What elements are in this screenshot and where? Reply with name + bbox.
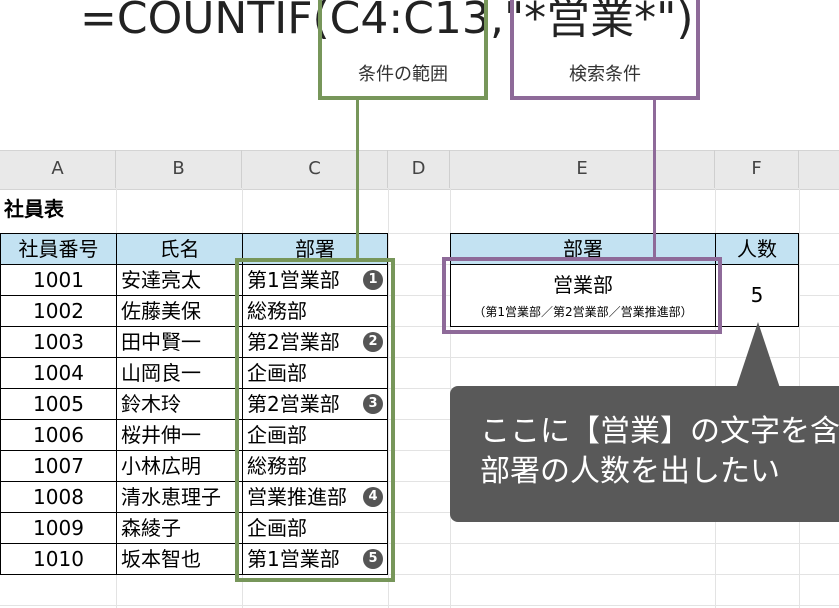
sheet-title[interactable]: 社員表 [4, 194, 64, 224]
criteria-connector-line [653, 100, 656, 258]
table-row-5-id[interactable]: 1005 [0, 388, 117, 420]
column-header-c[interactable]: C [242, 150, 388, 188]
formula-comma: , [489, 0, 504, 44]
table-row-5-name[interactable]: 鈴木玲 [116, 388, 243, 420]
header-employee-id[interactable]: 社員番号 [0, 233, 117, 265]
table-row-10-name[interactable]: 坂本智也 [116, 543, 243, 575]
bubble-line-2: 部署の人数を出したい [480, 454, 780, 489]
summary-count-cell[interactable]: 5 [715, 264, 799, 327]
column-header-f[interactable]: F [715, 150, 799, 188]
table-row-1-id[interactable]: 1001 [0, 264, 117, 296]
table-row-8-name[interactable]: 清水恵理子 [116, 481, 243, 513]
criteria-callout-label: 検索条件 [569, 64, 641, 85]
table-row-10-id[interactable]: 1010 [0, 543, 117, 575]
table-row-2-id[interactable]: 1002 [0, 295, 117, 327]
table-row-9-name[interactable]: 森綾子 [116, 512, 243, 544]
table-row-7-id[interactable]: 1007 [0, 450, 117, 482]
column-header-a[interactable]: A [0, 150, 116, 188]
table-row-3-id[interactable]: 1003 [0, 326, 117, 358]
table-row-8-id[interactable]: 1008 [0, 481, 117, 513]
column-header-b[interactable]: B [116, 150, 242, 188]
range-highlight-box [235, 258, 395, 582]
summary-header-count[interactable]: 人数 [715, 233, 799, 265]
bubble-pointer [736, 322, 780, 388]
formula-prefix: =COUNTIF( [80, 0, 330, 44]
table-row-1-name[interactable]: 安達亮太 [116, 264, 243, 296]
table-row-4-id[interactable]: 1004 [0, 357, 117, 389]
table-row-9-id[interactable]: 1009 [0, 512, 117, 544]
range-callout-label: 条件の範囲 [358, 64, 448, 85]
bubble-line-1: ここに【営業】の文字を含む [480, 414, 839, 449]
column-header-d[interactable]: D [388, 150, 450, 188]
range-connector-line [356, 100, 359, 258]
explanation-bubble: ここに【営業】の文字を含む 部署の人数を出したい [450, 386, 839, 522]
column-header-e[interactable]: E [450, 150, 715, 188]
table-row-7-name[interactable]: 小林広明 [116, 450, 243, 482]
criteria-highlight-box [442, 257, 722, 334]
table-row-6-name[interactable]: 桜井伸一 [116, 419, 243, 451]
header-name[interactable]: 氏名 [116, 233, 243, 265]
table-row-4-name[interactable]: 山岡良一 [116, 357, 243, 389]
table-row-3-name[interactable]: 田中賢一 [116, 326, 243, 358]
table-row-2-name[interactable]: 佐藤美保 [116, 295, 243, 327]
table-row-6-id[interactable]: 1006 [0, 419, 117, 451]
